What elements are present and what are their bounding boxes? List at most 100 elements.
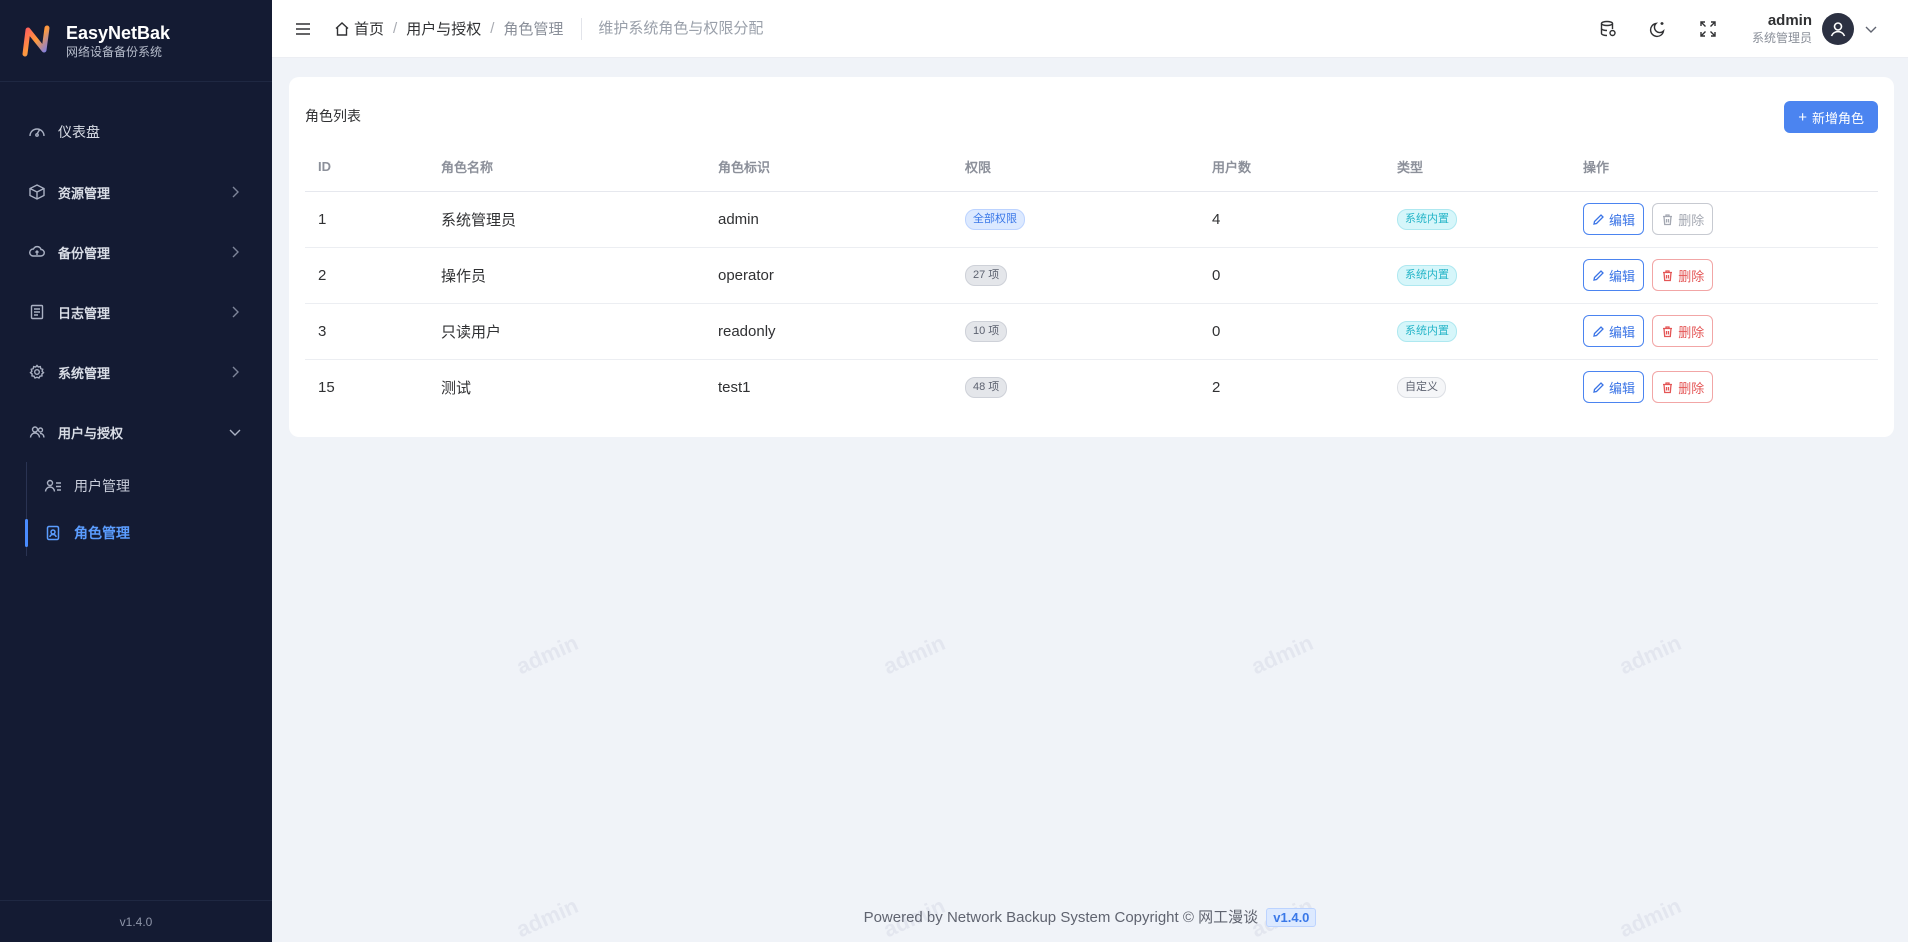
- breadcrumb: 首页 / 用户与授权 / 角色管理: [334, 18, 563, 39]
- table-row: 1 系统管理员 admin 全部权限 4 系统内置 编辑 删除: [305, 191, 1878, 248]
- delete-label: 删除: [1678, 212, 1705, 228]
- fullscreen-icon[interactable]: [1698, 19, 1718, 39]
- user-role: 系统管理员: [1751, 30, 1812, 45]
- chevron-right-icon: [232, 186, 239, 198]
- edit-label: 编辑: [1609, 268, 1636, 284]
- watermark: admin: [1247, 629, 1317, 680]
- home-icon: [335, 21, 349, 36]
- add-role-button[interactable]: + 新增角色: [1784, 101, 1878, 133]
- footer-text: Powered by Network Backup System Copyrig…: [863, 909, 1259, 926]
- sidebar-item-logs[interactable]: 日志管理: [0, 282, 272, 342]
- chevron-right-icon: [232, 246, 239, 258]
- chevron-right-icon: [232, 366, 239, 378]
- cell-key: test1: [718, 378, 751, 396]
- role-table: ID 角色名称 角色标识 权限 用户数 类型 操作 1 系统管理员 admin …: [305, 143, 1878, 415]
- trash-icon: [1663, 269, 1673, 281]
- delete-label: 删除: [1678, 324, 1705, 340]
- users-icon: [28, 423, 46, 441]
- permission-tag: 48 项: [965, 376, 1008, 398]
- breadcrumb-users-auth[interactable]: 用户与授权: [406, 18, 481, 39]
- header-actions: admin 系统管理员: [1568, 12, 1878, 46]
- breadcrumb-current: 角色管理: [503, 21, 564, 38]
- cell-actions: 编辑 删除: [1570, 359, 1878, 415]
- sidebar-item-label: 用户管理: [74, 477, 130, 494]
- footer-version-badge: v1.4.0: [1266, 908, 1317, 927]
- column-header-id: ID: [305, 143, 428, 192]
- permission-tag: 10 项: [965, 320, 1008, 342]
- top-header: 首页 / 用户与授权 / 角色管理 维护系统角色与权限分配 admin 系统管理…: [272, 0, 1908, 58]
- cell-name: 测试: [441, 379, 472, 397]
- delete-button[interactable]: 删除: [1652, 203, 1714, 235]
- column-header-key: 角色标识: [705, 143, 952, 192]
- cell-user-count: 4: [1199, 191, 1384, 248]
- dashboard-icon: [28, 123, 46, 141]
- menu-toggle-icon[interactable]: [294, 20, 312, 38]
- chevron-right-icon: [232, 306, 239, 318]
- cell-id: 1: [305, 191, 428, 248]
- delete-button[interactable]: 删除: [1652, 315, 1714, 347]
- watermark: admin: [1615, 629, 1685, 680]
- sidebar-item-users-auth[interactable]: 用户与授权: [0, 402, 272, 462]
- pencil-icon: [1593, 213, 1604, 225]
- sidebar-item-label: 日志管理: [58, 305, 111, 321]
- sidebar-item-resources[interactable]: 资源管理: [0, 162, 272, 222]
- column-header-permission: 权限: [952, 143, 1199, 192]
- sidebar-item-backup[interactable]: 备份管理: [0, 222, 272, 282]
- column-header-actions: 操作: [1570, 143, 1878, 192]
- cell-actions: 编辑 删除: [1570, 191, 1878, 248]
- cell-name: 系统管理员: [428, 191, 705, 248]
- sidebar: EasyNetBak 网络设备备份系统 仪表盘 资源管理 备份管理 日志管理 系…: [0, 0, 272, 942]
- cell-type: 系统内置: [1384, 303, 1570, 360]
- sidebar-version: v1.4.0: [0, 900, 272, 942]
- database-icon[interactable]: [1598, 19, 1618, 39]
- delete-button[interactable]: 删除: [1652, 259, 1714, 291]
- page-description: 维护系统角色与权限分配: [581, 17, 763, 40]
- cell-permission: 全部权限: [952, 191, 1199, 248]
- permission-tag: 全部权限: [965, 208, 1025, 230]
- edit-label: 编辑: [1609, 380, 1636, 396]
- breadcrumb-separator: /: [490, 20, 495, 37]
- sidebar-item-dashboard[interactable]: 仪表盘: [0, 102, 272, 162]
- table-row: 15 测试 test1 48 项 2 自定义 编辑 删除: [305, 359, 1878, 415]
- cell-permission: 27 项: [952, 247, 1199, 304]
- edit-button[interactable]: 编辑: [1583, 371, 1645, 404]
- cell-permission: 10 项: [952, 303, 1199, 360]
- sidebar-item-role-management[interactable]: 角色管理: [0, 509, 272, 556]
- cell-type: 自定义: [1384, 359, 1570, 415]
- table-row: 2 操作员 operator 27 项 0 系统内置 编辑 删除: [305, 247, 1878, 304]
- delete-button[interactable]: 删除: [1652, 371, 1714, 404]
- cell-type: 系统内置: [1384, 191, 1570, 248]
- brand[interactable]: EasyNetBak 网络设备备份系统: [0, 0, 272, 82]
- table-row: 3 只读用户 readonly 10 项 0 系统内置 编辑 删除: [305, 303, 1878, 360]
- user-list-icon: [44, 477, 62, 495]
- sidebar-item-system[interactable]: 系统管理: [0, 342, 272, 402]
- breadcrumb-home[interactable]: 首页: [334, 18, 384, 39]
- type-tag: 自定义: [1397, 376, 1446, 398]
- watermark: admin: [879, 629, 949, 680]
- brand-logo-icon: [22, 25, 50, 56]
- cube-icon: [28, 183, 46, 201]
- chevron-down-icon: [1865, 26, 1877, 33]
- plus-icon: +: [1798, 108, 1807, 126]
- watermark: admin: [512, 629, 582, 680]
- dark-mode-icon[interactable]: [1648, 19, 1668, 39]
- column-header-type: 类型: [1384, 143, 1570, 192]
- table-header-row: ID 角色名称 角色标识 权限 用户数 类型 操作: [305, 143, 1878, 192]
- sidebar-item-label: 仪表盘: [58, 124, 100, 140]
- edit-button[interactable]: 编辑: [1583, 259, 1645, 291]
- delete-label: 删除: [1678, 380, 1705, 396]
- permission-tag: 27 项: [965, 264, 1008, 286]
- breadcrumb-label: 首页: [354, 21, 385, 38]
- role-list-card: 角色列表 + 新增角色 ID 角色名称 角色标识 权限 用户数 类型 操作 1 …: [289, 77, 1894, 437]
- cell-actions: 编辑 删除: [1570, 247, 1878, 304]
- edit-label: 编辑: [1609, 212, 1636, 228]
- edit-button[interactable]: 编辑: [1583, 315, 1645, 347]
- brand-name: EasyNetBak: [66, 22, 171, 43]
- edit-button[interactable]: 编辑: [1583, 203, 1645, 235]
- user-menu[interactable]: admin 系统管理员: [1752, 12, 1878, 46]
- pencil-icon: [1593, 269, 1604, 281]
- sidebar-item-user-management[interactable]: 用户管理: [0, 462, 272, 509]
- cell-name: 操作员: [428, 247, 705, 304]
- gear-icon: [28, 363, 46, 381]
- card-title: 角色列表: [305, 108, 361, 124]
